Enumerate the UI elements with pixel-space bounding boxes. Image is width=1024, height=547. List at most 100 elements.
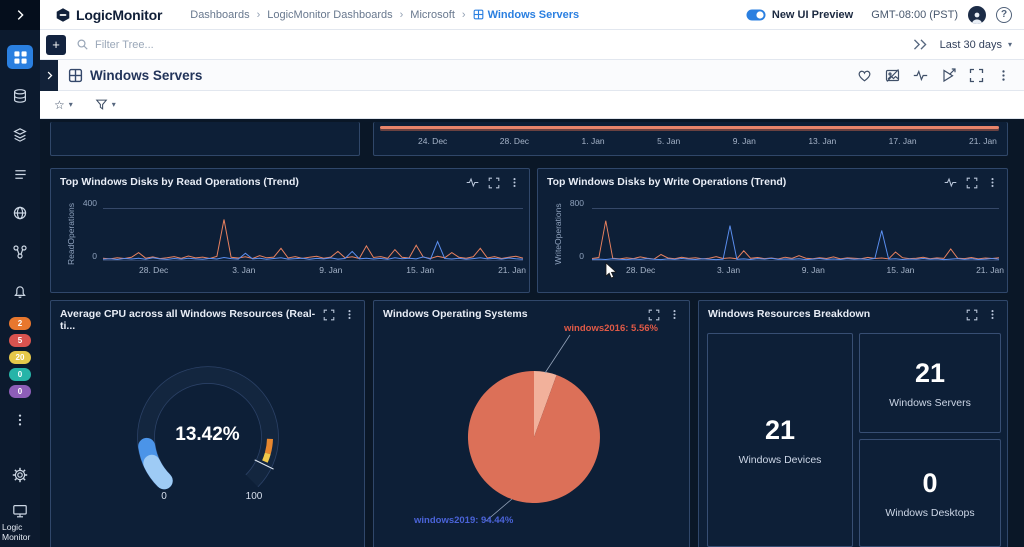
write-operations-chart[interactable] — [592, 203, 999, 261]
dashboard-filter-row: ☆▾ ▾ — [40, 91, 1024, 119]
chevron-right-icon — [13, 8, 27, 22]
logs-icon — [13, 167, 28, 182]
kebab-icon[interactable] — [987, 176, 998, 189]
trend-line — [380, 126, 999, 129]
help-button[interactable]: ? — [996, 7, 1012, 23]
breakdown-tile-devices[interactable]: 21 Windows Devices — [707, 333, 853, 547]
read-operations-chart[interactable] — [103, 203, 523, 261]
alert-badge-info[interactable]: 0 — [9, 368, 31, 381]
kebab-icon[interactable] — [987, 308, 998, 321]
y-tick: 800 — [552, 198, 584, 208]
breadcrumb-logicmonitor-dashboards[interactable]: LogicMonitor Dashboards — [267, 9, 392, 21]
image-off-button[interactable] — [885, 68, 900, 83]
breadcrumb-microsoft[interactable]: Microsoft — [410, 9, 455, 21]
nodes-icon — [12, 244, 28, 260]
sidebar-item-settings[interactable] — [7, 463, 33, 487]
tile-value: 21 — [765, 415, 795, 446]
tile-label: Windows Devices — [739, 454, 822, 466]
funnel-icon — [95, 98, 108, 111]
widget-cropped-left — [50, 122, 360, 156]
alert-badge-critical[interactable]: 2 — [9, 317, 31, 330]
fullscreen-icon[interactable] — [488, 177, 500, 189]
alert-badge-error[interactable]: 5 — [9, 334, 31, 347]
kebab-icon[interactable] — [509, 176, 520, 189]
add-button[interactable]: + — [46, 35, 66, 55]
widget-cropped-trend: 24. Dec28. Dec1. Jan5. Jan9. Jan13. Jan1… — [373, 122, 1008, 156]
chevron-right-icon — [44, 70, 55, 81]
breadcrumb-windows-servers[interactable]: Windows Servers — [473, 9, 580, 21]
time-range-selector[interactable]: Last 30 days ▾ — [913, 38, 1012, 51]
os-pie-chart[interactable] — [374, 301, 691, 547]
gauge-min-label: 0 — [147, 491, 181, 502]
y-tick: 400 — [65, 198, 97, 208]
fullscreen-icon[interactable] — [966, 309, 978, 321]
alert-badge-other[interactable]: 0 — [9, 385, 31, 398]
x-axis-labels: 24. Dec28. Dec1. Jan5. Jan9. Jan13. Jan1… — [418, 136, 997, 146]
widget-write-operations: Top Windows Disks by Write Operations (T… — [537, 168, 1008, 293]
sidebar-item-resources[interactable] — [7, 84, 33, 108]
expand-tree-button[interactable] — [40, 60, 58, 91]
breadcrumb-separator: › — [257, 9, 261, 21]
sidebar-item-mapping[interactable] — [7, 240, 33, 264]
tile-label: Windows Desktops — [885, 507, 974, 519]
pie-slice-label-windows2019: windows2019: 94.44% — [414, 515, 513, 526]
tile-value: 21 — [915, 358, 945, 389]
dashboard-icon — [473, 9, 484, 20]
widget-title: Windows Resources Breakdown — [708, 308, 870, 320]
page-title: Windows Servers — [90, 68, 202, 83]
dashboard-icon — [68, 68, 83, 83]
sidebar-item-alerts[interactable] — [7, 279, 33, 303]
x-axis-labels: 28. Dec3. Jan9. Jan15. Jan21. Jan — [626, 265, 1004, 275]
tile-value: 0 — [922, 468, 937, 499]
gauge-max-label: 100 — [237, 491, 271, 502]
logicmonitor-logo[interactable]: LogicMonitor — [55, 7, 162, 23]
search-icon — [76, 38, 89, 51]
breakdown-tile-desktops[interactable]: 0 Windows Desktops — [859, 439, 1001, 547]
top-bar: LogicMonitor Dashboards › LogicMonitor D… — [40, 0, 1024, 30]
kebab-icon[interactable] — [344, 308, 355, 321]
sidebar-more-button[interactable] — [7, 408, 33, 432]
y-tick: 0 — [65, 251, 97, 261]
alert-badge-warning[interactable]: 20 — [9, 351, 31, 364]
fullscreen-icon[interactable] — [323, 309, 335, 321]
sidebar-collapse-button[interactable] — [0, 0, 40, 30]
pulse-icon[interactable] — [944, 176, 957, 189]
toggle-on-icon — [746, 9, 766, 21]
pulse-button[interactable] — [913, 68, 928, 83]
sidebar-item-websites[interactable] — [7, 201, 33, 225]
widget-resources-breakdown: Windows Resources Breakdown 21 Windows D… — [698, 300, 1008, 547]
timezone-label[interactable]: GMT-08:00 (PST) — [871, 9, 958, 21]
database-icon — [12, 88, 28, 104]
sidebar-item-modules[interactable] — [7, 123, 33, 147]
favorite-button[interactable] — [857, 68, 872, 83]
fullscreen-button[interactable] — [969, 68, 984, 83]
breadcrumb-separator: › — [462, 9, 466, 21]
person-icon — [970, 11, 984, 24]
widget-title: Top Windows Disks by Read Operations (Tr… — [60, 176, 299, 188]
new-ui-preview-toggle[interactable]: New UI Preview — [746, 9, 853, 21]
fast-forward-icon — [913, 38, 928, 51]
bell-icon — [12, 283, 28, 299]
gauge-value: 13.42% — [51, 424, 364, 446]
kebab-icon — [13, 412, 27, 428]
gear-icon — [12, 467, 28, 483]
kebab-menu-button[interactable] — [997, 68, 1010, 83]
sidebar-item-logs[interactable] — [7, 162, 33, 186]
widget-cpu-gauge: Average CPU across all Windows Resources… — [50, 300, 365, 547]
favorites-dropdown[interactable]: ☆▾ — [54, 98, 73, 112]
filter-dropdown[interactable]: ▾ — [95, 98, 116, 111]
sidebar-item-dashboards[interactable] — [7, 45, 33, 69]
pulse-icon[interactable] — [466, 176, 479, 189]
fullscreen-icon[interactable] — [966, 177, 978, 189]
dashboard-header: Windows Servers — [40, 60, 1024, 91]
dashboards-icon — [13, 50, 28, 65]
breadcrumb-dashboards[interactable]: Dashboards — [190, 9, 249, 21]
sidebar-item-remote-session[interactable] — [7, 499, 33, 523]
user-avatar[interactable] — [968, 6, 986, 24]
globe-icon — [12, 205, 28, 221]
filter-tree-input[interactable] — [95, 39, 335, 51]
pie-slice-label-windows2016: windows2016: 5.56% — [564, 323, 658, 334]
breakdown-tile-servers[interactable]: 21 Windows Servers — [859, 333, 1001, 433]
play-slideshow-button[interactable] — [941, 68, 956, 83]
tile-label: Windows Servers — [889, 397, 971, 409]
